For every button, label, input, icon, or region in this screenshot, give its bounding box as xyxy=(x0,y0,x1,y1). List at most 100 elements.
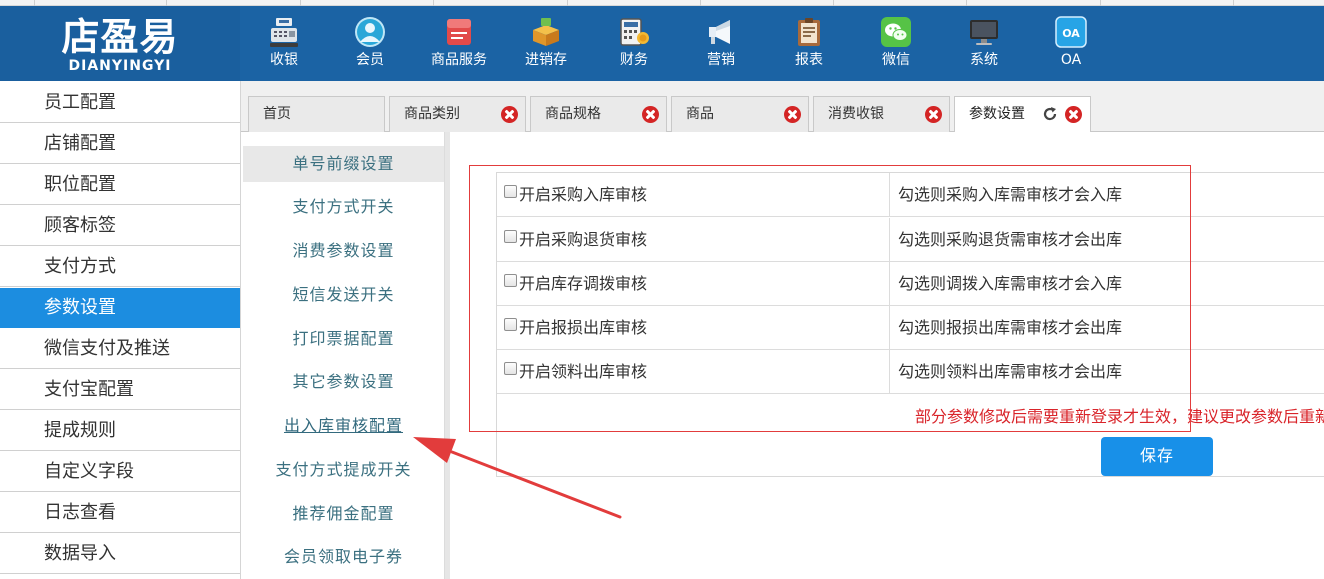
settings-submenu: 单号前缀设置 支付方式开关 消费参数设置 短信发送开关 打印票据配置 其它参数设… xyxy=(243,132,444,579)
setting-label: 开启库存调拨审核 xyxy=(519,274,648,293)
setting-label-cell: 开启领料出库审核 xyxy=(497,350,890,394)
submenu-item-print-config[interactable]: 打印票据配置 xyxy=(243,321,444,357)
setting-label: 开启采购入库审核 xyxy=(519,185,648,204)
submenu-item-payment-switch[interactable]: 支付方式开关 xyxy=(243,189,444,225)
tab-label: 商品类别 xyxy=(404,106,460,122)
sidebar-item-wechat-pay[interactable]: 微信支付及推送 xyxy=(0,329,240,369)
table-row: 开启采购退货审核 勾选则采购退货需审核才会出库 xyxy=(497,218,1324,262)
refresh-icon[interactable] xyxy=(1042,106,1058,122)
nav-item-member[interactable]: 会员 xyxy=(327,6,413,81)
tab-consume-cashier[interactable]: 消费收银 xyxy=(813,96,950,133)
nav-label: 财务 xyxy=(620,52,648,68)
loss-out-audit-checkbox[interactable] xyxy=(504,318,517,331)
brand-name-en: DIANYINGYI xyxy=(68,58,172,74)
submenu-item-consume-params[interactable]: 消费参数设置 xyxy=(243,233,444,269)
nav-item-inventory[interactable]: 进销存 xyxy=(503,6,589,81)
sidebar-item-staff-config[interactable]: 员工配置 xyxy=(0,83,240,123)
submenu-item-stock-audit-config[interactable]: 出入库审核配置 xyxy=(243,408,444,444)
top-header: 店盈易 DIANYINGYI 收银 会员 商品服务 进销存 财务 营销 报表 微… xyxy=(0,6,1324,81)
sidebar-item-position-config[interactable]: 职位配置 xyxy=(0,165,240,205)
setting-description: 勾选则领料出库需审核才会出库 xyxy=(898,362,1123,381)
tab-parameter-settings[interactable]: 参数设置 xyxy=(954,96,1091,134)
tab-goods[interactable]: 商品 xyxy=(671,96,809,133)
setting-label: 开启领料出库审核 xyxy=(519,362,648,381)
table-row: 开启领料出库审核 勾选则领料出库需审核才会出库 xyxy=(497,350,1324,394)
sidebar-item-store-config[interactable]: 店铺配置 xyxy=(0,124,240,164)
report-icon xyxy=(798,18,820,46)
sidebar-item-log-view[interactable]: 日志查看 xyxy=(0,493,240,533)
nav-label: 收银 xyxy=(270,52,298,68)
table-row: 开启采购入库审核 勾选则采购入库需审核才会入库 xyxy=(497,173,1324,217)
save-button[interactable]: 保存 xyxy=(1101,437,1213,476)
nav-label: 报表 xyxy=(795,52,823,68)
setting-label-cell: 开启采购入库审核 xyxy=(497,173,890,217)
submenu-item-payment-commission[interactable]: 支付方式提成开关 xyxy=(243,452,444,488)
setting-label-cell: 开启采购退货审核 xyxy=(497,218,890,262)
nav-item-marketing[interactable]: 营销 xyxy=(678,6,764,81)
setting-description: 勾选则调拨入库需审核才会入库 xyxy=(898,274,1123,293)
audit-settings-table: 开启采购入库审核 勾选则采购入库需审核才会入库 开启采购退货审核 勾选则采购退货… xyxy=(496,172,1324,477)
close-icon[interactable] xyxy=(642,106,659,123)
submenu-item-member-coupon[interactable]: 会员领取电子券 xyxy=(243,539,444,575)
brand-logo: 店盈易 DIANYINGYI xyxy=(0,6,240,81)
app-window: 店盈易 DIANYINGYI 收银 会员 商品服务 进销存 财务 营销 报表 微… xyxy=(0,0,1324,579)
close-icon[interactable] xyxy=(925,106,942,123)
nav-label: 会员 xyxy=(356,52,384,68)
submenu-item-other-params[interactable]: 其它参数设置 xyxy=(243,364,444,400)
purchase-return-audit-checkbox[interactable] xyxy=(504,230,517,243)
tab-label: 首页 xyxy=(263,106,291,122)
cash-register-icon xyxy=(270,18,298,47)
finance-icon xyxy=(620,18,649,46)
brand-name-cn: 店盈易 xyxy=(61,14,179,59)
oa-badge-text: OA xyxy=(1062,27,1080,40)
nav-item-goods-service[interactable]: 商品服务 xyxy=(416,6,502,81)
tab-home[interactable]: 首页 xyxy=(248,96,385,133)
material-out-audit-checkbox[interactable] xyxy=(504,362,517,375)
tab-label: 商品规格 xyxy=(545,106,601,122)
megaphone-icon xyxy=(709,20,730,44)
nav-label: OA xyxy=(1060,52,1082,68)
sidebar-item-data-import[interactable]: 数据导入 xyxy=(0,534,240,574)
sidebar-item-customer-tags[interactable]: 顾客标签 xyxy=(0,206,240,246)
nav-item-report[interactable]: 报表 xyxy=(766,6,852,81)
goods-service-icon xyxy=(447,19,471,45)
sidebar-item-custom-fields[interactable]: 自定义字段 xyxy=(0,452,240,492)
nav-item-oa[interactable]: OA OA xyxy=(1028,6,1114,81)
setting-label: 开启报损出库审核 xyxy=(519,318,648,337)
stock-transfer-audit-checkbox[interactable] xyxy=(504,274,517,287)
setting-description: 勾选则采购入库需审核才会入库 xyxy=(898,185,1123,204)
sidebar-item-payment-methods[interactable]: 支付方式 xyxy=(0,247,240,287)
submenu-item-referral-commission[interactable]: 推荐佣金配置 xyxy=(243,496,444,532)
member-icon xyxy=(355,17,385,47)
nav-item-cashier[interactable]: 收银 xyxy=(241,6,327,81)
setting-description: 勾选则采购退货需审核才会出库 xyxy=(898,230,1123,249)
inventory-icon xyxy=(533,18,559,46)
relogin-notice: 部分参数修改后需要重新登录才生效，建议更改参数后重新 xyxy=(915,407,1324,426)
nav-label: 营销 xyxy=(707,52,735,68)
nav-item-system[interactable]: 系统 xyxy=(941,6,1027,81)
setting-label-cell: 开启库存调拨审核 xyxy=(497,262,890,306)
tab-label: 商品 xyxy=(686,106,714,122)
close-icon[interactable] xyxy=(501,106,518,123)
nav-item-wechat[interactable]: 微信 xyxy=(853,6,939,81)
oa-icon: OA xyxy=(1055,16,1087,48)
table-row: 开启库存调拨审核 勾选则调拨入库需审核才会入库 xyxy=(497,262,1324,306)
nav-item-finance[interactable]: 财务 xyxy=(591,6,677,81)
left-sidebar: 员工配置 店铺配置 职位配置 顾客标签 支付方式 参数设置 微信支付及推送 支付… xyxy=(0,81,241,579)
close-icon[interactable] xyxy=(784,106,801,123)
sidebar-item-commission-rules[interactable]: 提成规则 xyxy=(0,411,240,451)
tab-label: 消费收银 xyxy=(828,106,884,122)
table-row: 开启报损出库审核 勾选则报损出库需审核才会出库 xyxy=(497,306,1324,350)
tab-goods-spec[interactable]: 商品规格 xyxy=(530,96,667,133)
purchase-in-audit-checkbox[interactable] xyxy=(504,185,517,198)
submenu-item-order-prefix[interactable]: 单号前缀设置 xyxy=(243,146,444,182)
sidebar-item-parameter-settings[interactable]: 参数设置 xyxy=(0,288,240,328)
submenu-item-sms-switch[interactable]: 短信发送开关 xyxy=(243,277,444,313)
sidebar-item-alipay-config[interactable]: 支付宝配置 xyxy=(0,370,240,410)
setting-description: 勾选则报损出库需审核才会出库 xyxy=(898,318,1123,337)
nav-label: 系统 xyxy=(970,52,998,68)
close-icon[interactable] xyxy=(1065,106,1082,123)
setting-label: 开启采购退货审核 xyxy=(519,230,648,249)
tab-goods-category[interactable]: 商品类别 xyxy=(389,96,526,133)
setting-label-cell: 开启报损出库审核 xyxy=(497,306,890,350)
